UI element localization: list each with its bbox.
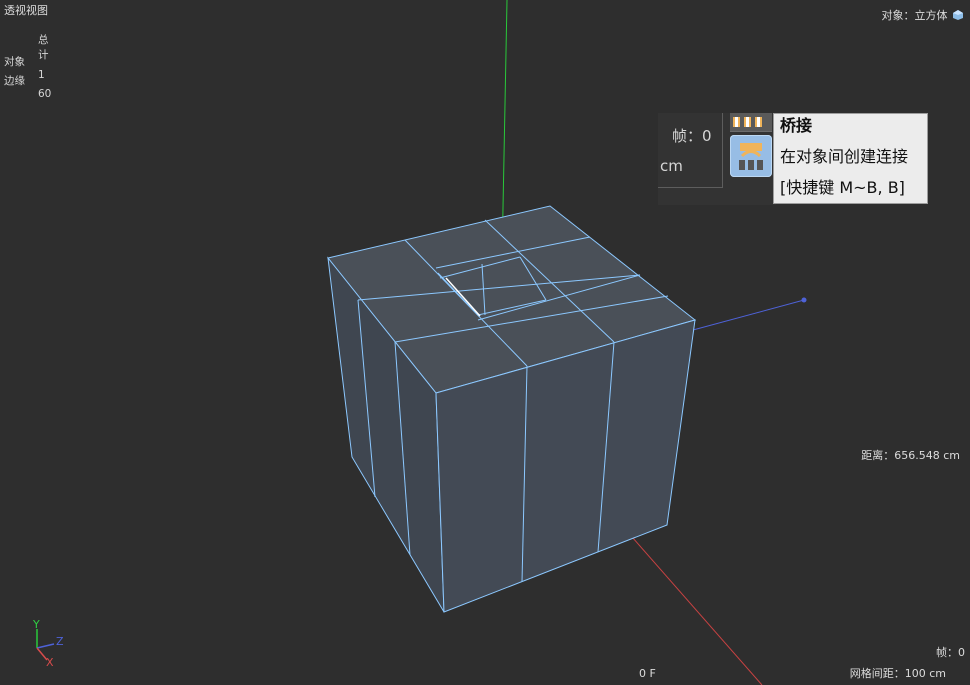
selected-object-indicator: 对象：立方体: [882, 7, 965, 23]
viewport-title: 透视视图: [4, 4, 48, 17]
toolbar-top-icon[interactable]: [730, 113, 772, 132]
stats-label: 对象: [4, 56, 25, 68]
toolbar-icon-graphic: [733, 117, 762, 127]
stats-row-edges: 边缘 60: [4, 73, 51, 100]
stats-label: 边缘: [4, 75, 25, 87]
panel-inner: 帧：0 cm: [658, 113, 723, 188]
tooltip-title: 桥接: [780, 116, 813, 135]
scene-canvas[interactable]: [0, 0, 970, 685]
tooltip-description: 在对象间创建连接: [780, 147, 909, 166]
panel-frame-label: 帧：0: [672, 127, 712, 145]
stats-row-objects: 对象 1: [4, 54, 45, 81]
tooltip-shortcut: [快捷键 M~B, B]: [780, 178, 905, 197]
stats-value: 1: [38, 69, 45, 81]
gizmo-z-line: [36, 643, 55, 649]
grid-spacing-readout: 网格间距：100 cm: [849, 667, 946, 680]
stats-header: 总计: [38, 34, 49, 61]
gizmo-x-label: X: [46, 656, 54, 669]
viewport[interactable]: 透视视图 总计 对象 1 边缘 60 对象：立方体 帧：0 cm 桥接 在对象间…: [0, 0, 970, 685]
panel-unit-label: cm: [660, 157, 683, 175]
bridge-tool-icon[interactable]: [730, 135, 772, 177]
cube-object-icon: [953, 10, 963, 20]
z-axis-end-icon: [801, 297, 807, 303]
gizmo-z-label: Z: [56, 635, 64, 648]
tool-panel-fragment: 帧：0 cm: [658, 113, 776, 205]
stats-value: 60: [38, 88, 52, 100]
timeline-frame-readout: 0 F: [639, 667, 656, 680]
bridge-tooltip: 桥接 在对象间创建连接 [快捷键 M~B, B]: [773, 113, 928, 204]
bridge-icon-graphic: [739, 143, 763, 170]
frame-readout: 帧：0: [936, 646, 965, 659]
gizmo-y-label: Y: [33, 618, 40, 631]
z-axis-line: [692, 299, 805, 331]
selected-object-label: 对象：立方体: [881, 9, 948, 22]
distance-readout: 距离：656.548 cm: [861, 449, 960, 462]
